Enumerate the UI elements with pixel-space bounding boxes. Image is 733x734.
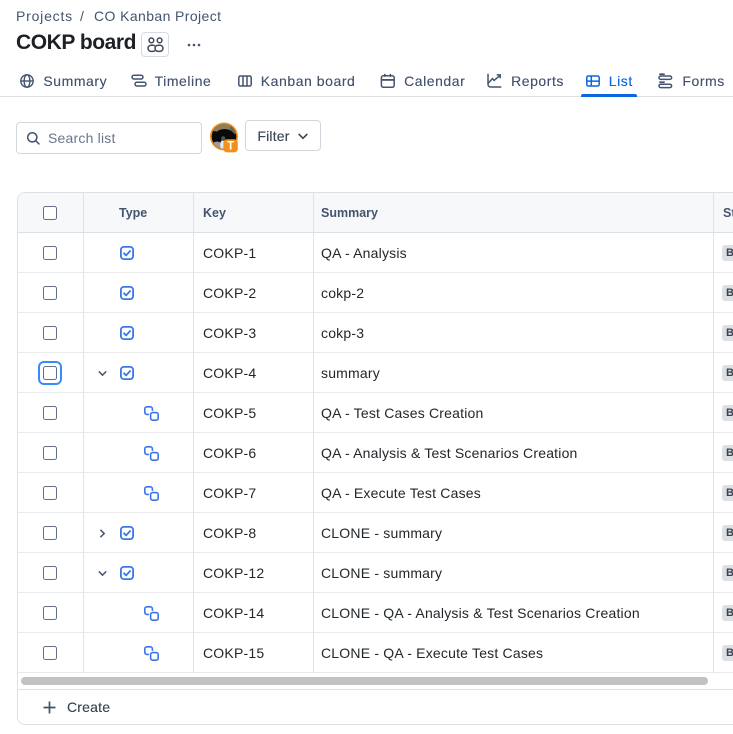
svg-text:T: T (227, 141, 234, 153)
